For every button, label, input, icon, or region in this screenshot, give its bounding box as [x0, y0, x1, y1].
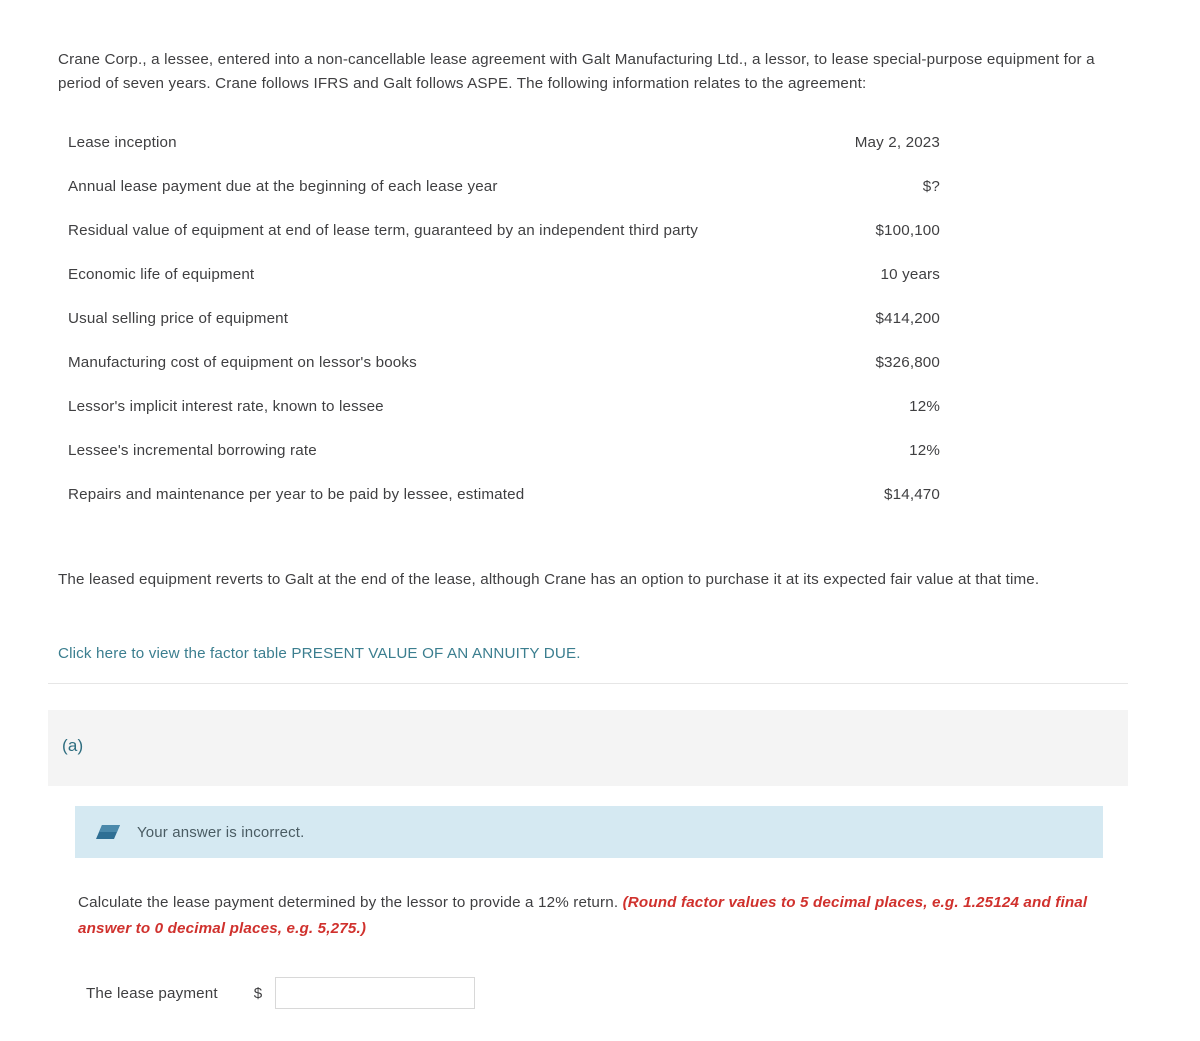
fact-value: 12%: [909, 398, 940, 415]
fact-value: $326,800: [875, 354, 940, 371]
question-prompt: Calculate the lease payment determined b…: [78, 890, 1110, 942]
fact-value: $414,200: [875, 310, 940, 327]
fact-label: Lessee's incremental borrowing rate: [68, 442, 317, 459]
answer-feedback-banner: Your answer is incorrect.: [75, 806, 1103, 858]
part-a-header-band: (a): [48, 710, 1128, 786]
problem-page: Crane Corp., a lessee, entered into a no…: [0, 0, 1200, 1041]
eraser-icon: [95, 823, 121, 841]
table-row: Economic life of equipment 10 years: [68, 266, 940, 310]
fact-label: Economic life of equipment: [68, 266, 255, 283]
table-row: Lease inception May 2, 2023: [68, 134, 940, 178]
answer-entry-row: The lease payment $: [86, 976, 476, 1010]
lease-facts-table: Lease inception May 2, 2023 Annual lease…: [68, 134, 940, 530]
fact-label: Annual lease payment due at the beginnin…: [68, 178, 498, 195]
reversion-note-paragraph: The leased equipment reverts to Galt at …: [58, 571, 1040, 588]
fact-label: Manufacturing cost of equipment on lesso…: [68, 354, 417, 371]
answer-feedback-text: Your answer is incorrect.: [137, 823, 305, 841]
table-row: Lessee's incremental borrowing rate 12%: [68, 442, 940, 486]
fact-label: Usual selling price of equipment: [68, 310, 289, 327]
lease-payment-input[interactable]: [275, 977, 476, 1009]
table-row: Usual selling price of equipment $414,20…: [68, 310, 940, 354]
fact-value: May 2, 2023: [854, 134, 940, 151]
factor-table-link[interactable]: Click here to view the factor table PRES…: [58, 645, 581, 662]
table-row: Annual lease payment due at the beginnin…: [68, 178, 940, 222]
answer-field-label: The lease payment: [86, 984, 218, 1002]
fact-value: $100,100: [875, 222, 940, 239]
fact-value: $14,470: [884, 486, 940, 503]
part-a-label: (a): [62, 736, 84, 755]
fact-label: Residual value of equipment at end of le…: [68, 222, 699, 239]
fact-value: 12%: [909, 442, 940, 459]
prompt-main-text: Calculate the lease payment determined b…: [78, 894, 623, 911]
fact-label: Repairs and maintenance per year to be p…: [68, 486, 525, 503]
table-row: Residual value of equipment at end of le…: [68, 222, 940, 266]
fact-value: $?: [922, 178, 940, 195]
fact-value: 10 years: [880, 266, 940, 283]
problem-intro-paragraph: Crane Corp., a lessee, entered into a no…: [58, 51, 1095, 92]
section-divider: [48, 683, 1128, 684]
table-row: Manufacturing cost of equipment on lesso…: [68, 354, 940, 398]
table-row: Repairs and maintenance per year to be p…: [68, 486, 940, 530]
currency-symbol: $: [253, 984, 263, 1002]
table-row: Lessor's implicit interest rate, known t…: [68, 398, 940, 442]
fact-label: Lessor's implicit interest rate, known t…: [68, 398, 384, 415]
fact-label: Lease inception: [68, 134, 177, 151]
